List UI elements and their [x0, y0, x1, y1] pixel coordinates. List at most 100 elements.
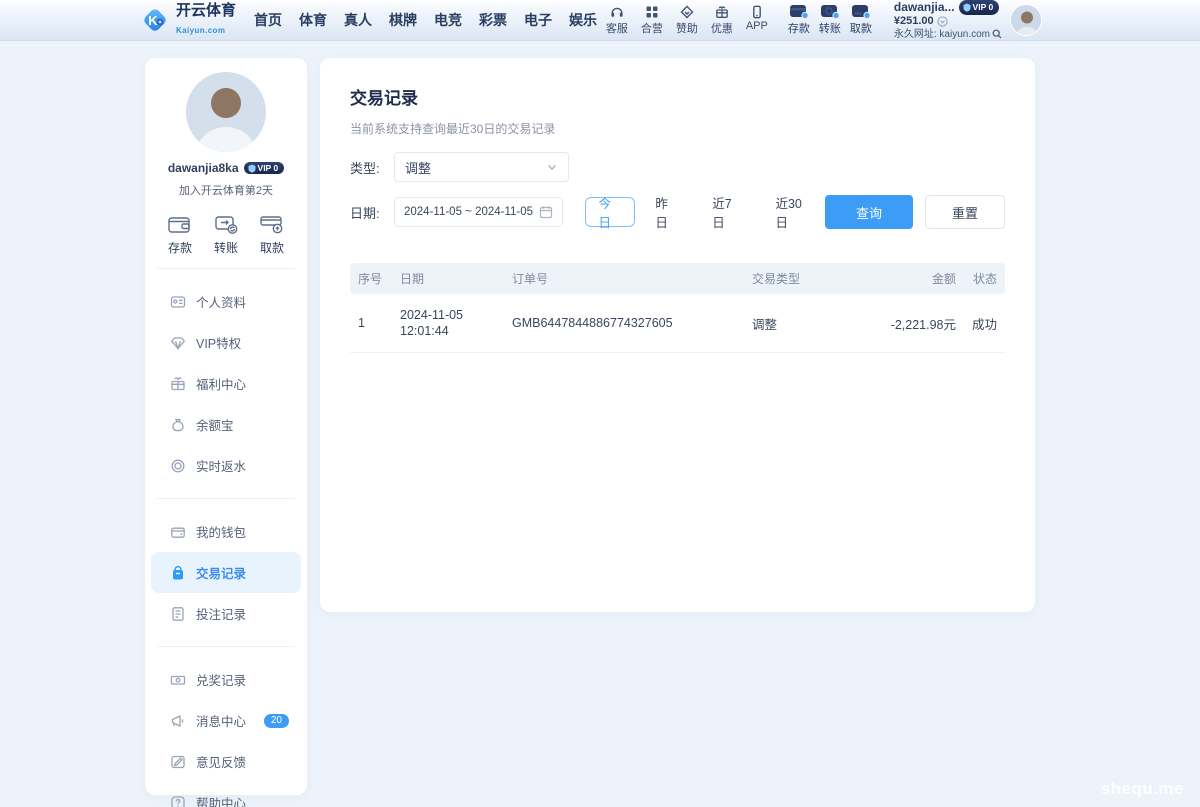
nav-lottery[interactable]: 彩票	[479, 10, 507, 30]
cell-order-no: GMB6447844886774327605	[504, 294, 744, 353]
site-watermark: shequ.me	[1101, 779, 1184, 799]
balance-dropdown-icon[interactable]	[937, 16, 948, 27]
sidebar-item-redeem-records[interactable]: 兑奖记录	[151, 659, 301, 700]
sidebar-deposit-button[interactable]: 存款	[167, 213, 193, 256]
unread-count-badge: 20	[264, 714, 289, 728]
col-order-no: 订单号	[504, 263, 744, 294]
partners-icon	[645, 5, 659, 19]
col-index: 序号	[350, 263, 392, 294]
date-range-input[interactable]: 2024-11-05 ~ 2024-11-05	[394, 197, 563, 227]
type-filter-label: 类型:	[350, 158, 394, 177]
phone-icon	[750, 5, 764, 19]
cell-type: 调整	[744, 294, 872, 353]
app-download-button[interactable]: APP	[746, 5, 768, 36]
sponsor-button[interactable]: 赞助	[676, 5, 698, 36]
logo-title: 开云体育	[176, 2, 236, 19]
sidebar-item-profile[interactable]: 个人资料	[151, 281, 301, 322]
nav-sports[interactable]: 体育	[299, 10, 327, 30]
deposit-button[interactable]: 存款	[788, 4, 810, 36]
table-row: 1 2024-11-05 12:01:44 GMB644784488677432…	[350, 294, 1005, 353]
cell-status: 成功	[964, 294, 1005, 353]
transfer-card-icon	[820, 4, 840, 19]
nav-esports[interactable]: 电竞	[434, 10, 462, 30]
profile-vip-badge: VIP 0	[244, 162, 285, 174]
col-type: 交易类型	[744, 263, 872, 294]
vip-badge: VIP 0	[959, 0, 1000, 15]
query-button[interactable]: 查询	[825, 195, 913, 229]
partnership-button[interactable]: 合营	[641, 5, 663, 36]
nav-board-games[interactable]: 棋牌	[389, 10, 417, 30]
sidebar-item-wallet[interactable]: 我的钱包	[151, 511, 301, 552]
range-7days-button[interactable]: 近7日	[698, 197, 755, 227]
rebate-icon	[170, 458, 186, 474]
bet-record-icon	[170, 606, 186, 622]
range-today-button[interactable]: 今日	[585, 197, 636, 227]
sidebar-item-yuebao[interactable]: 余额宝	[151, 404, 301, 445]
id-card-icon	[170, 294, 186, 310]
sidebar-item-rebate[interactable]: 实时返水	[151, 445, 301, 486]
withdraw-card-icon	[851, 4, 871, 19]
calendar-icon	[539, 205, 553, 219]
sidebar-item-help[interactable]: 帮助中心	[151, 782, 301, 807]
vip-gem-icon	[170, 335, 186, 351]
balance-amount: ¥251.00	[894, 15, 934, 28]
profile-username: dawanjia8ka	[168, 161, 239, 175]
page-subtitle: 当前系统支持查询最近30日的交易记录	[350, 120, 1005, 137]
col-status: 状态	[964, 263, 1005, 294]
nav-electronic[interactable]: 电子	[524, 10, 552, 30]
nav-live[interactable]: 真人	[344, 10, 372, 30]
table-header-row: 序号 日期 订单号 交易类型 金额 状态	[350, 263, 1005, 294]
sidebar-withdraw-button[interactable]: 取款	[259, 213, 285, 256]
col-date: 日期	[392, 263, 504, 294]
sidebar-item-messages[interactable]: 消息中心 20	[151, 700, 301, 741]
col-amount: 金额	[872, 263, 964, 294]
transactions-table: 序号 日期 订单号 交易类型 金额 状态 1 2024-11-05 12:01:…	[350, 263, 1005, 353]
cell-index: 1	[350, 294, 392, 353]
reset-button[interactable]: 重置	[925, 195, 1005, 229]
withdraw-button[interactable]: 取款	[850, 4, 872, 36]
joined-days-text: 加入开云体育第2天	[145, 182, 307, 198]
sidebar-item-bet-records[interactable]: 投注记录	[151, 593, 301, 634]
range-yesterday-button[interactable]: 昨日	[641, 197, 692, 227]
nav-home[interactable]: 首页	[254, 10, 282, 30]
profile-avatar	[186, 72, 266, 152]
sidebar-quick-actions: 存款 转账 取款	[145, 213, 307, 256]
site-logo[interactable]: K 开云体育 Kaiyun.com	[140, 2, 236, 38]
sidebar-item-welfare[interactable]: 福利中心	[151, 363, 301, 404]
transaction-bag-icon	[170, 565, 186, 581]
logo-subtitle: Kaiyun.com	[176, 26, 225, 35]
welfare-gift-icon	[170, 376, 186, 392]
logo-mark-icon: K	[140, 5, 170, 35]
redeem-icon	[170, 672, 186, 688]
nav-entertainment[interactable]: 娱乐	[569, 10, 597, 30]
sidebar-transfer-button[interactable]: 转账	[213, 213, 239, 256]
page-title: 交易记录	[350, 84, 1005, 109]
search-icon[interactable]	[992, 29, 1002, 39]
type-select-value: 调整	[405, 158, 431, 177]
range-30days-button[interactable]: 近30日	[761, 197, 825, 227]
transaction-records-panel: 交易记录 当前系统支持查询最近30日的交易记录 类型: 调整 日期: 2024-…	[320, 58, 1035, 612]
main-nav: 首页 体育 真人 棋牌 电竞 彩票 电子 娱乐	[254, 10, 597, 30]
sidebar-item-vip[interactable]: VIP特权	[151, 322, 301, 363]
wallet-outline-icon	[167, 213, 193, 235]
transfer-outline-icon	[213, 213, 239, 235]
gift-icon	[715, 5, 729, 19]
divider	[157, 646, 295, 647]
sidebar-item-feedback[interactable]: 意见反馈	[151, 741, 301, 782]
transfer-button[interactable]: 转账	[819, 4, 841, 36]
customer-service-button[interactable]: 客服	[606, 5, 628, 36]
chevron-down-icon	[546, 161, 558, 173]
date-filter-label: 日期:	[350, 203, 394, 222]
user-avatar[interactable]	[1010, 4, 1042, 36]
divider	[157, 268, 295, 269]
quick-range-group: 今日 昨日 近7日 近30日	[585, 197, 825, 227]
date-range-value: 2024-11-05 ~ 2024-11-05	[404, 206, 533, 218]
megaphone-icon	[170, 713, 186, 729]
username[interactable]: dawanjia...	[894, 1, 955, 14]
promotions-button[interactable]: 优惠	[711, 5, 733, 36]
type-select[interactable]: 调整	[394, 152, 569, 182]
cell-amount: -2,221.98元	[872, 294, 964, 353]
help-icon	[170, 795, 186, 807]
user-account-area: dawanjia... VIP 0 ¥251.00 永久网址: kaiyun.c…	[894, 0, 1042, 41]
sidebar-item-transactions[interactable]: 交易记录	[151, 552, 301, 593]
